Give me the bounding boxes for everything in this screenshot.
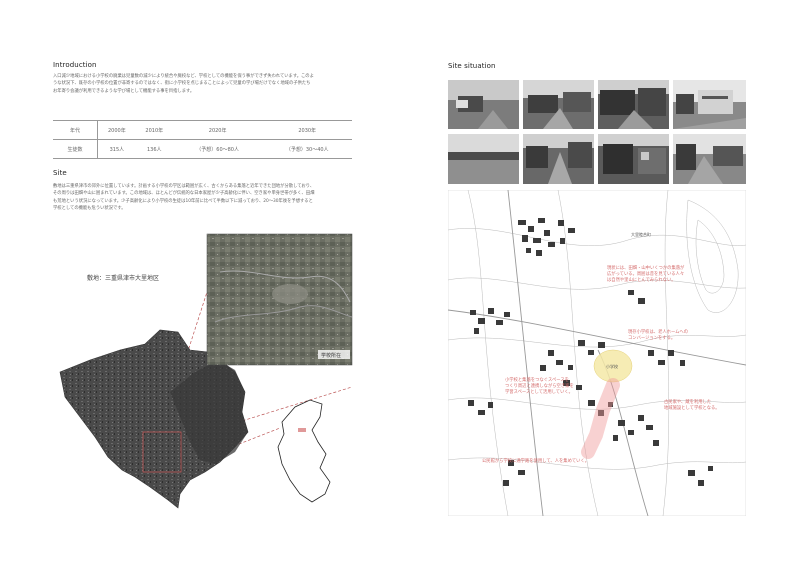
site-line: その周りは田畑や山に囲まれています。この地域は、ほとんどが伝統的な日本家屋が少子…	[53, 191, 315, 197]
site-photo	[598, 134, 669, 184]
intro-line: うな状況下、既存の小学校の位置が非寄するのではなく、街に小学校を点じまることによ…	[53, 81, 311, 87]
site-heading: Site	[53, 169, 67, 177]
site-line: も荒地という状況になっています。少子高齢化により小学校の生徒は10年前に比べて半…	[53, 198, 313, 204]
table-cell: 136人	[135, 139, 173, 159]
introduction-heading: Introduction	[53, 61, 97, 69]
site-photo	[673, 80, 746, 129]
table-header-cell: 2010年	[135, 120, 173, 140]
table-header-cell: 2030年	[262, 120, 352, 140]
table-cell: 315人	[97, 139, 136, 159]
table-row: 生徒数 315人 136人 （予想）60〜80人 （予想）30〜40人	[53, 139, 352, 159]
map-note: 古民家や、蔵を利用した 地域施設として学校となる。	[664, 400, 720, 412]
satellite-outline-map: 学校所在	[59, 233, 353, 509]
table-cell: （予想）60〜80人	[172, 139, 263, 159]
site-figure-ground-map: 小学校 大里睦合町	[448, 190, 746, 516]
site-situation-heading: Site situation	[448, 62, 496, 70]
map-note-text: 小学校と集落をつなぐスペースを つくり周辺と連携しながら空き家を 学習スペースと…	[505, 378, 574, 395]
introduction-paragraph: 入口減少地域における小学校の廃業は児童数の減少により統合や廃校など、学校としての…	[53, 73, 353, 95]
site-photo	[523, 80, 594, 129]
site-photo-grid	[448, 80, 746, 184]
site-photo	[448, 134, 519, 184]
table-header-cell: 2020年	[172, 120, 263, 140]
mie-prefecture-outline	[277, 399, 331, 503]
student-count-table: 年代 2000年 2010年 2020年 2030年 生徒数 315人 136人…	[53, 120, 352, 159]
table-row-label: 生徒数	[53, 139, 98, 159]
aerial-village	[272, 284, 308, 304]
table-header-cell: 年代	[53, 120, 98, 140]
site-photo	[448, 80, 519, 129]
map-note: 現存小学校は、老人ホームへの コンバージョンをする。	[628, 330, 688, 342]
table-cell: （予想）30〜40人	[262, 139, 352, 159]
school-map-tag: 小学校	[606, 363, 618, 369]
map-note: 現状には、田畑・山中いくつかの集落が 広がっている。周囲は昔を見ている人々 は自…	[607, 266, 684, 284]
map-note-text: 古民家や、蔵を利用した 地域施設として学校となる。	[664, 400, 720, 411]
map-note: 公民館から学校に通学路を使用して、人を集めていく。	[482, 459, 589, 465]
site-photo	[673, 134, 746, 184]
aerial-label: 学校所在	[321, 352, 341, 359]
site-photo	[523, 134, 594, 184]
map-note: 小学校と集落をつなぐスペースを つくり周辺と連携しながら空き家を 学習スペースと…	[505, 378, 574, 396]
table-header-row: 年代 2000年 2010年 2020年 2030年	[53, 120, 352, 140]
district-map-tag: 大里睦合町	[631, 231, 651, 237]
map-note-text: 現存小学校は、老人ホームへの コンバージョンをする。	[628, 330, 689, 341]
site-paragraph: 敷地は三重県津市の郊外に位置しています。計画する小学校の学区は範囲が広く、古くか…	[53, 183, 353, 212]
intro-line: 入口減少地域における小学校の廃業は児童数の減少により統合や廃校など、学校としての…	[53, 74, 314, 79]
prefecture-site-marker	[298, 428, 306, 432]
site-photo	[598, 80, 669, 129]
map-note-text: 現状には、田畑・山中いくつかの集落が 広がっている。周囲は昔を見ている人々 は自…	[607, 266, 685, 283]
intro-line: お年寄り会議が利用できるような学び場として機能する事を目指します。	[53, 88, 195, 94]
table-header-cell: 2000年	[97, 120, 136, 140]
site-line: 学校としての機能も危うい状況です。	[53, 205, 126, 211]
map-note-text: 公民館から学校に通学路を使用して、人を集めていく。	[482, 459, 590, 464]
site-line: 敷地は三重県津市の郊外に位置しています。計画する小学校の学区は範囲が広く、古くか…	[53, 184, 315, 189]
